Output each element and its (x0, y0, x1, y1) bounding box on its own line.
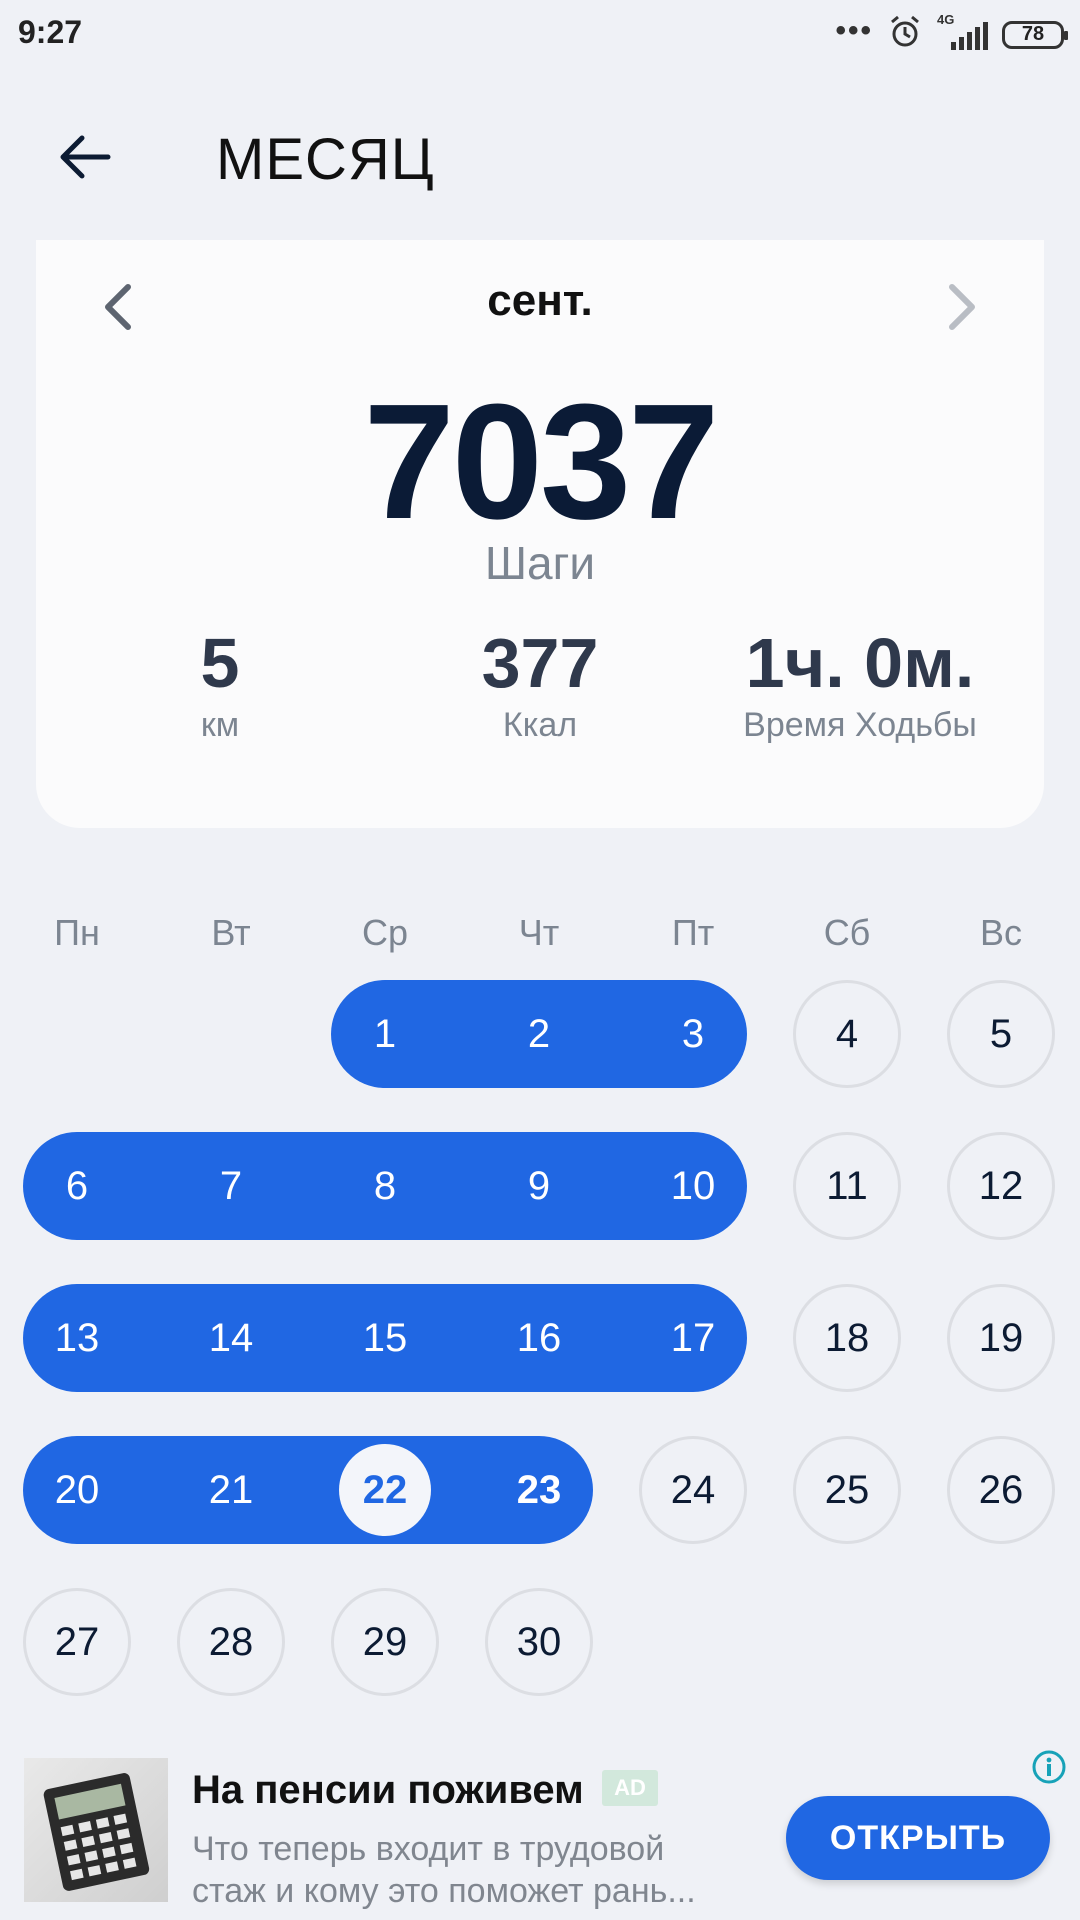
calories-stat: 377 Ккал (390, 628, 690, 745)
calendar-day[interactable]: 18 (793, 1284, 901, 1392)
calculator-icon (43, 1773, 150, 1891)
calendar-day[interactable]: 15 (331, 1284, 439, 1392)
calendar-day[interactable]: 25 (793, 1436, 901, 1544)
weekday-thu: Чт (518, 912, 560, 953)
ad-image[interactable] (24, 1758, 168, 1902)
ad-info-button[interactable] (1026, 1744, 1072, 1790)
info-icon (1032, 1750, 1066, 1784)
alarm-icon (887, 14, 923, 55)
distance-stat: 5 км (70, 628, 370, 745)
page-title: МЕСЯЦ (216, 127, 435, 192)
battery-icon: 78 (1002, 20, 1068, 49)
walking-time-stat: 1ч. 0м. Время Ходьбы (710, 628, 1010, 745)
ad-description[interactable]: Что теперь входит в трудовой стаж и кому… (192, 1828, 732, 1912)
ad-open-button[interactable]: ОТКРЫТЬ (786, 1796, 1050, 1880)
calendar-day[interactable]: 21 (177, 1436, 285, 1544)
calendar-day[interactable]: 9 (485, 1132, 593, 1240)
calendar-day[interactable]: 19 (947, 1284, 1055, 1392)
calendar-day[interactable]: 7 (177, 1132, 285, 1240)
ad-title[interactable]: На пенсии поживем (192, 1768, 584, 1813)
status-bar: 9:27 ••• 4G 78 (0, 0, 1080, 72)
calendar-day[interactable]: 4 (793, 980, 901, 1088)
monthly-summary-card: сент. 7037 Шаги 5 км 377 Ккал 1ч. 0м. Вр… (36, 240, 1044, 828)
calendar-day[interactable]: 16 (485, 1284, 593, 1392)
calendar-day[interactable]: 10 (639, 1132, 747, 1240)
ad-description-line-2: стаж и кому это поможет рань... (192, 1872, 696, 1910)
calendar-day[interactable]: 6 (23, 1132, 131, 1240)
battery-level: 78 (1021, 23, 1045, 45)
calendar-day[interactable]: 3 (639, 980, 747, 1088)
steps-value: 7037 (363, 370, 720, 553)
arrow-left-icon (60, 135, 111, 179)
calendar-day[interactable]: 23 (485, 1436, 593, 1544)
calendar-day[interactable]: 27 (23, 1588, 131, 1696)
ad-banner[interactable]: На пенсии поживем AD Что теперь входит в… (0, 1740, 1080, 1920)
calendar-day[interactable]: 1 (331, 980, 439, 1088)
calendar-day[interactable]: 2 (485, 980, 593, 1088)
weekday-sat: Сб (823, 912, 871, 953)
weekday-sun: Вс (979, 912, 1022, 953)
calendar-day[interactable]: 30 (485, 1588, 593, 1696)
calendar-day-today[interactable]: 22 (339, 1444, 431, 1536)
walking-time-label: Время Ходьбы (743, 706, 977, 744)
ad-badge: AD (602, 1770, 658, 1806)
calendar-day[interactable]: 20 (23, 1436, 131, 1544)
back-button[interactable] (50, 122, 120, 192)
calendar-day[interactable]: 12 (947, 1132, 1055, 1240)
walking-time-value: 1ч. 0м. (745, 624, 975, 702)
ad-description-line-1: Что теперь входит в трудовой (192, 1830, 665, 1868)
status-time: 9:27 (18, 14, 83, 50)
calendar-day[interactable]: 11 (793, 1132, 901, 1240)
weekday-tue: Вт (211, 912, 251, 953)
calendar-day[interactable]: 28 (177, 1588, 285, 1696)
distance-label: км (200, 706, 240, 744)
calendar-day[interactable]: 13 (23, 1284, 131, 1392)
calendar-day[interactable]: 24 (639, 1436, 747, 1544)
calendar-day[interactable]: 17 (639, 1284, 747, 1392)
calendar-day[interactable]: 14 (177, 1284, 285, 1392)
calendar-day[interactable]: 5 (947, 980, 1055, 1088)
calendar-day[interactable]: 8 (331, 1132, 439, 1240)
cellular-signal-icon: 4G (937, 12, 988, 50)
weekday-fri: Пт (671, 912, 715, 953)
calories-value: 377 (481, 624, 599, 702)
calendar-day[interactable]: 29 (331, 1588, 439, 1696)
steps-label: Шаги (484, 537, 596, 589)
status-icons: ••• 4G 78 (835, 12, 1068, 55)
network-type: 4G (937, 11, 955, 27)
distance-value: 5 (200, 624, 240, 702)
chevron-right-icon (949, 284, 975, 330)
more-notifications-icon: ••• (835, 13, 873, 47)
weekday-mon: Пн (54, 912, 100, 953)
next-month-button[interactable] (932, 272, 992, 342)
calendar-day[interactable]: 26 (947, 1436, 1055, 1544)
calories-label: Ккал (502, 706, 578, 744)
weekday-wed: Ср (361, 912, 409, 953)
month-label: сент. (487, 276, 593, 325)
